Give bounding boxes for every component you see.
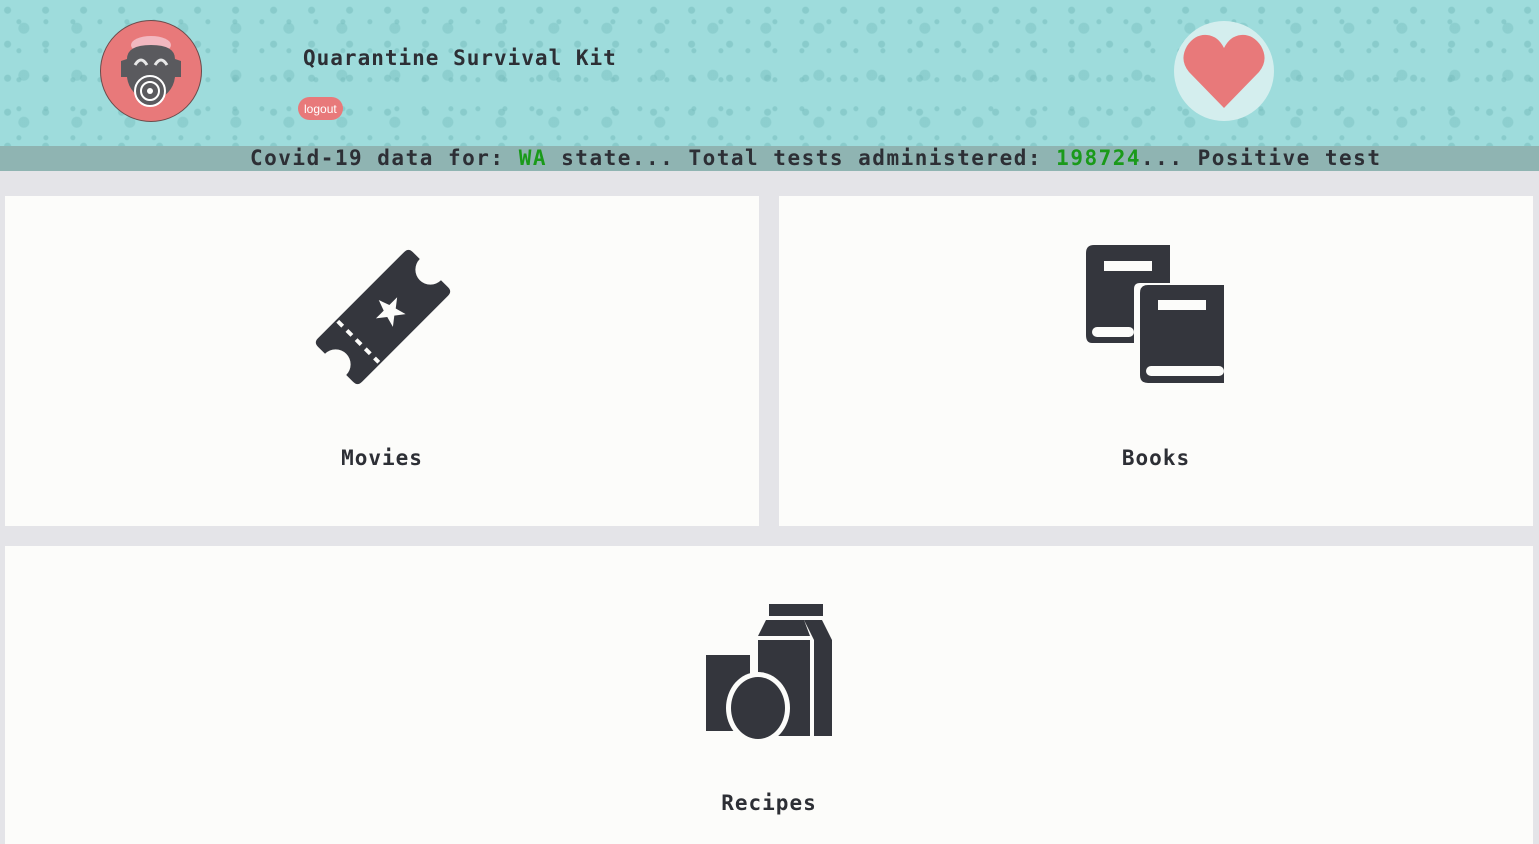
ticker-suffix: ... Positive test bbox=[1141, 146, 1382, 170]
logout-button[interactable]: logout bbox=[298, 97, 343, 120]
books-card[interactable]: Books bbox=[779, 196, 1533, 526]
recipes-card[interactable]: Recipes bbox=[5, 546, 1533, 844]
ticket-icon bbox=[315, 249, 451, 385]
covid-ticker: Covid-19 data for: WA state... Total tes… bbox=[0, 146, 1539, 171]
ticker-tests-count: 198724 bbox=[1056, 146, 1142, 170]
books-label: Books bbox=[1121, 446, 1191, 470]
recipes-label: Recipes bbox=[721, 791, 817, 815]
ticker-prefix: Covid-19 data for: bbox=[250, 146, 519, 170]
ticker-state: WA bbox=[518, 146, 548, 170]
heart-icon bbox=[1183, 34, 1265, 108]
ticker-mid: state... Total tests administered: bbox=[547, 146, 1057, 170]
movies-card[interactable]: Movies bbox=[5, 196, 759, 526]
groceries-icon bbox=[706, 604, 832, 744]
site-header: Quarantine Survival Kit logout bbox=[0, 0, 1539, 146]
gas-mask-avatar-icon[interactable] bbox=[100, 20, 202, 122]
favorites-button[interactable] bbox=[1174, 21, 1274, 121]
site-title: Quarantine Survival Kit bbox=[303, 46, 617, 70]
movies-label: Movies bbox=[341, 446, 423, 470]
books-icon bbox=[1086, 245, 1224, 383]
ticker-text: Covid-19 data for: WA state... Total tes… bbox=[250, 146, 1381, 171]
